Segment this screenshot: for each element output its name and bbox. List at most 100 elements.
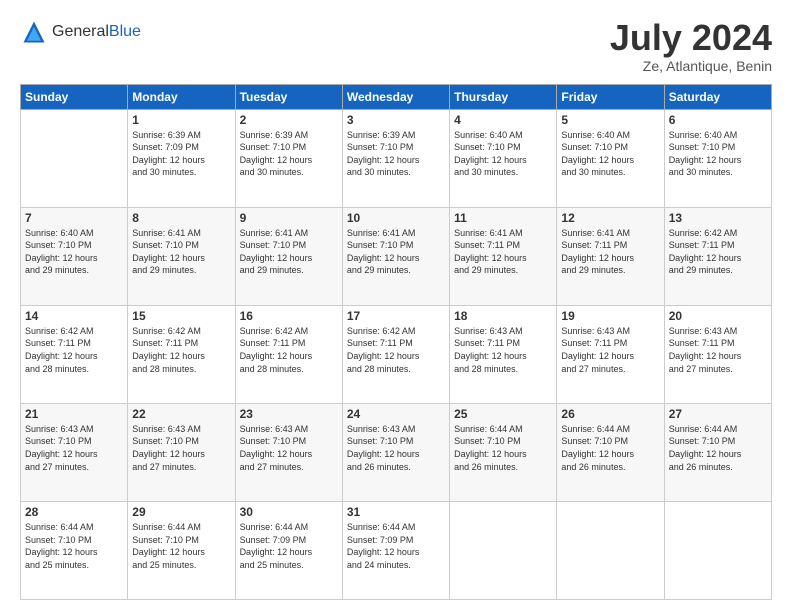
day-number: 6	[669, 113, 767, 127]
calendar-cell	[557, 501, 664, 599]
day-info: Sunrise: 6:39 AMSunset: 7:10 PMDaylight:…	[240, 129, 338, 179]
day-number: 28	[25, 505, 123, 519]
logo-blue: Blue	[109, 23, 141, 40]
page: GeneralBlue July 2024 Ze, Atlantique, Be…	[0, 0, 792, 612]
header-wednesday: Wednesday	[342, 84, 449, 109]
day-number: 9	[240, 211, 338, 225]
weekday-header-row: Sunday Monday Tuesday Wednesday Thursday…	[21, 84, 772, 109]
day-number: 25	[454, 407, 552, 421]
day-number: 11	[454, 211, 552, 225]
calendar-table: Sunday Monday Tuesday Wednesday Thursday…	[20, 84, 772, 600]
day-info: Sunrise: 6:43 AMSunset: 7:11 PMDaylight:…	[561, 325, 659, 375]
day-info: Sunrise: 6:43 AMSunset: 7:11 PMDaylight:…	[669, 325, 767, 375]
day-info: Sunrise: 6:43 AMSunset: 7:10 PMDaylight:…	[25, 423, 123, 473]
day-info: Sunrise: 6:40 AMSunset: 7:10 PMDaylight:…	[25, 227, 123, 277]
day-info: Sunrise: 6:42 AMSunset: 7:11 PMDaylight:…	[240, 325, 338, 375]
day-number: 7	[25, 211, 123, 225]
day-number: 4	[454, 113, 552, 127]
calendar-cell: 17Sunrise: 6:42 AMSunset: 7:11 PMDayligh…	[342, 305, 449, 403]
week-row: 21Sunrise: 6:43 AMSunset: 7:10 PMDayligh…	[21, 403, 772, 501]
calendar-cell: 21Sunrise: 6:43 AMSunset: 7:10 PMDayligh…	[21, 403, 128, 501]
calendar-cell: 3Sunrise: 6:39 AMSunset: 7:10 PMDaylight…	[342, 109, 449, 207]
location-subtitle: Ze, Atlantique, Benin	[610, 58, 772, 74]
calendar-cell: 19 Sunrise: 6:43 AMSunset: 7:11 PMDayligh…	[557, 305, 664, 403]
calendar-cell: 22 Sunrise: 6:43 AMSunset: 7:10 PMDayligh…	[128, 403, 235, 501]
day-number: 14	[25, 309, 123, 323]
header-saturday: Saturday	[664, 84, 771, 109]
day-number: 10	[347, 211, 445, 225]
day-number: 27	[669, 407, 767, 421]
day-info: Sunrise: 6:40 AMSunset: 7:10 PMDaylight:…	[669, 129, 767, 179]
day-number: 29	[132, 505, 230, 519]
day-number: 19	[561, 309, 659, 323]
logo: GeneralBlue	[20, 18, 141, 46]
day-info: Sunrise: 6:43 AMSunset: 7:11 PMDaylight:…	[454, 325, 552, 375]
day-info: Sunrise: 6:43 AMSunset: 7:10 PMDaylight:…	[132, 423, 230, 473]
calendar-cell: 16 Sunrise: 6:42 AMSunset: 7:11 PMDayligh…	[235, 305, 342, 403]
day-number: 23	[240, 407, 338, 421]
day-info: Sunrise: 6:41 AMSunset: 7:11 PMDaylight:…	[561, 227, 659, 277]
calendar-cell: 12Sunrise: 6:41 AMSunset: 7:11 PMDayligh…	[557, 207, 664, 305]
day-info: Sunrise: 6:43 AMSunset: 7:10 PMDaylight:…	[347, 423, 445, 473]
calendar-cell: 31 Sunrise: 6:44 AMSunset: 7:09 PMDayligh…	[342, 501, 449, 599]
calendar-cell: 9Sunrise: 6:41 AMSunset: 7:10 PMDaylight…	[235, 207, 342, 305]
calendar-cell: 1Sunrise: 6:39 AMSunset: 7:09 PMDaylight…	[128, 109, 235, 207]
header-thursday: Thursday	[450, 84, 557, 109]
calendar-cell: 13Sunrise: 6:42 AMSunset: 7:11 PMDayligh…	[664, 207, 771, 305]
week-row: 28 Sunrise: 6:44 AMSunset: 7:10 PMDayligh…	[21, 501, 772, 599]
calendar-cell: 20 Sunrise: 6:43 AMSunset: 7:11 PMDayligh…	[664, 305, 771, 403]
day-number: 18	[454, 309, 552, 323]
title-block: July 2024 Ze, Atlantique, Benin	[610, 18, 772, 74]
calendar-cell: 23 Sunrise: 6:43 AMSunset: 7:10 PMDayligh…	[235, 403, 342, 501]
calendar-cell: 24 Sunrise: 6:43 AMSunset: 7:10 PMDayligh…	[342, 403, 449, 501]
month-year-title: July 2024	[610, 18, 772, 58]
calendar-cell: 11 Sunrise: 6:41 AMSunset: 7:11 PMDayligh…	[450, 207, 557, 305]
header-friday: Friday	[557, 84, 664, 109]
calendar-cell: 30Sunrise: 6:44 AMSunset: 7:09 PMDayligh…	[235, 501, 342, 599]
day-number: 31	[347, 505, 445, 519]
calendar-cell: 10Sunrise: 6:41 AMSunset: 7:10 PMDayligh…	[342, 207, 449, 305]
day-info: Sunrise: 6:42 AMSunset: 7:11 PMDaylight:…	[347, 325, 445, 375]
header-tuesday: Tuesday	[235, 84, 342, 109]
day-number: 2	[240, 113, 338, 127]
day-number: 15	[132, 309, 230, 323]
logo-text: GeneralBlue	[52, 23, 141, 41]
calendar-cell: 2 Sunrise: 6:39 AMSunset: 7:10 PMDaylight…	[235, 109, 342, 207]
day-info: Sunrise: 6:44 AMSunset: 7:10 PMDaylight:…	[132, 521, 230, 571]
day-info: Sunrise: 6:41 AMSunset: 7:10 PMDaylight:…	[132, 227, 230, 277]
day-info: Sunrise: 6:43 AMSunset: 7:10 PMDaylight:…	[240, 423, 338, 473]
calendar-cell	[664, 501, 771, 599]
calendar-cell: 8 Sunrise: 6:41 AMSunset: 7:10 PMDaylight…	[128, 207, 235, 305]
day-info: Sunrise: 6:39 AMSunset: 7:09 PMDaylight:…	[132, 129, 230, 179]
calendar-cell	[21, 109, 128, 207]
calendar-cell: 28Sunrise: 6:44 AMSunset: 7:10 PMDayligh…	[21, 501, 128, 599]
logo-icon	[20, 18, 48, 46]
day-number: 22	[132, 407, 230, 421]
calendar-cell: 18 Sunrise: 6:43 AMSunset: 7:11 PMDayligh…	[450, 305, 557, 403]
calendar-cell: 29 Sunrise: 6:44 AMSunset: 7:10 PMDayligh…	[128, 501, 235, 599]
day-info: Sunrise: 6:42 AMSunset: 7:11 PMDaylight:…	[669, 227, 767, 277]
calendar-cell: 26 Sunrise: 6:44 AMSunset: 7:10 PMDayligh…	[557, 403, 664, 501]
day-number: 26	[561, 407, 659, 421]
day-number: 30	[240, 505, 338, 519]
calendar-cell: 6 Sunrise: 6:40 AMSunset: 7:10 PMDaylight…	[664, 109, 771, 207]
header-monday: Monday	[128, 84, 235, 109]
day-info: Sunrise: 6:44 AMSunset: 7:10 PMDaylight:…	[454, 423, 552, 473]
day-info: Sunrise: 6:40 AMSunset: 7:10 PMDaylight:…	[454, 129, 552, 179]
day-number: 20	[669, 309, 767, 323]
day-info: Sunrise: 6:41 AMSunset: 7:11 PMDaylight:…	[454, 227, 552, 277]
day-number: 8	[132, 211, 230, 225]
week-row: 14 Sunrise: 6:42 AMSunset: 7:11 PMDayligh…	[21, 305, 772, 403]
calendar-cell: 4 Sunrise: 6:40 AMSunset: 7:10 PMDaylight…	[450, 109, 557, 207]
header-sunday: Sunday	[21, 84, 128, 109]
day-info: Sunrise: 6:44 AMSunset: 7:10 PMDaylight:…	[561, 423, 659, 473]
logo-general: General	[52, 23, 109, 40]
calendar-cell: 14Sunrise: 6:42 AMSunset: 7:11 PMDayligh…	[21, 305, 128, 403]
day-number: 3	[347, 113, 445, 127]
calendar-cell: 27Sunrise: 6:44 AMSunset: 7:10 PMDayligh…	[664, 403, 771, 501]
day-number: 16	[240, 309, 338, 323]
day-number: 24	[347, 407, 445, 421]
day-info: Sunrise: 6:44 AMSunset: 7:09 PMDaylight:…	[347, 521, 445, 571]
day-info: Sunrise: 6:42 AMSunset: 7:11 PMDaylight:…	[132, 325, 230, 375]
week-row: 7 Sunrise: 6:40 AMSunset: 7:10 PMDaylight…	[21, 207, 772, 305]
